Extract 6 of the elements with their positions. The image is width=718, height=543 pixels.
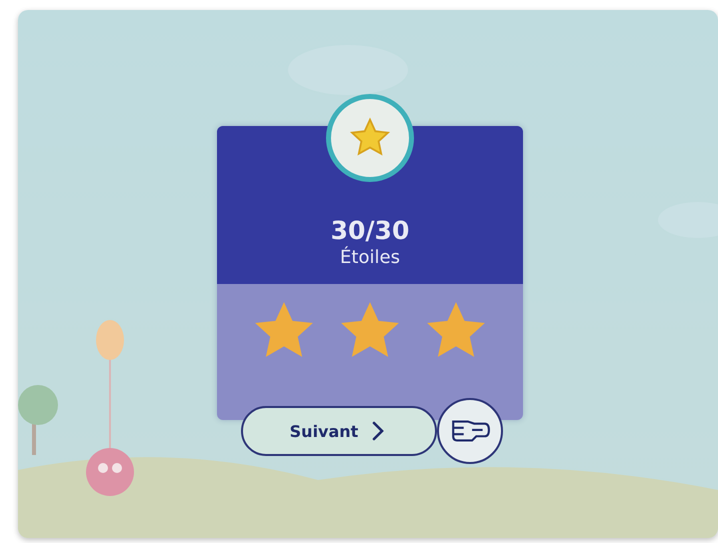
- next-button[interactable]: Suivant: [241, 406, 437, 456]
- chevron-right-icon: [372, 421, 384, 441]
- ball-character-drawing: [86, 448, 134, 496]
- tree-drawing: [18, 385, 58, 455]
- score-label: Étoiles: [340, 246, 400, 270]
- score-count: 30/30: [330, 216, 410, 246]
